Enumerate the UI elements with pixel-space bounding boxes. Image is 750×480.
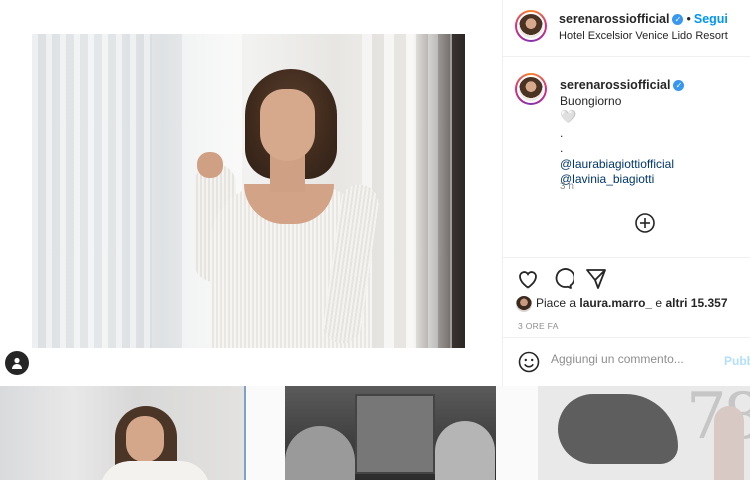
- author-avatar[interactable]: [515, 10, 547, 42]
- tile-selected-edge: [244, 386, 246, 480]
- follow-button[interactable]: Segui: [694, 12, 728, 26]
- photo-curtain-right: [362, 34, 452, 348]
- profile-grid: 78: [0, 386, 750, 480]
- header-line: serenarossiofficial ✓ • Segui: [559, 12, 728, 26]
- likes-summary: Piace a laura.marro_ e altri 15.357: [516, 296, 728, 312]
- verified-badge-icon: ✓: [673, 80, 685, 92]
- post-photo[interactable]: [32, 34, 465, 348]
- post-location[interactable]: Hotel Excelsior Venice Lido Resort: [559, 30, 728, 42]
- caption-dot: .: [560, 125, 564, 140]
- tile-person: [714, 406, 744, 480]
- liker-avatar[interactable]: [516, 296, 532, 312]
- paper-plane-icon[interactable]: [584, 267, 608, 291]
- user-silhouette-icon: [12, 357, 22, 369]
- post-caption: serenarossiofficial ✓ Buongiorno 🤍 . . @l…: [503, 57, 750, 257]
- likes-others[interactable]: altri 15.357: [665, 296, 727, 310]
- photo-curtain-left: [32, 34, 152, 348]
- user-tag-icon[interactable]: [5, 351, 29, 375]
- post-time: 3 ORE FA: [518, 321, 559, 331]
- post-side-panel: serenarossiofficial ✓ • Segui Hotel Excelsi…: [502, 0, 750, 386]
- verified-badge-icon: ✓: [672, 14, 684, 26]
- post-header: serenarossiofficial ✓ • Segui Hotel Excelsi…: [503, 0, 750, 57]
- comment-bubble-icon[interactable]: [550, 267, 576, 291]
- tile-person: [435, 421, 495, 480]
- white-heart-emoji: 🤍: [560, 109, 577, 124]
- grid-tile[interactable]: 78: [538, 386, 750, 480]
- heart-icon[interactable]: [516, 267, 540, 291]
- caption-username[interactable]: serenarossiofficial: [560, 78, 670, 92]
- tile-subject-dress: [100, 461, 210, 480]
- post-actions: Piace a laura.marro_ e altri 15.357 3 OR…: [503, 257, 750, 337]
- liker-username[interactable]: laura.marro_: [579, 296, 652, 310]
- tile-mirror: [355, 394, 435, 474]
- tile-person: [285, 426, 355, 480]
- likes-prefix: Piace a: [536, 296, 577, 311]
- caption-text: serenarossiofficial ✓ Buongiorno 🤍 . . @l…: [560, 78, 748, 188]
- caption-greeting: Buongiorno: [560, 93, 622, 108]
- tile-subject-face: [126, 416, 164, 462]
- caption-timestamp: 3 h: [560, 181, 574, 192]
- comment-input[interactable]: [551, 352, 721, 366]
- photo-subject-face: [260, 89, 315, 161]
- smiley-icon[interactable]: [517, 350, 541, 374]
- mention-link[interactable]: @laurabiagiottiofficial: [560, 157, 748, 173]
- comment-box: Pubblica: [503, 337, 750, 386]
- separator-dot: •: [686, 12, 691, 26]
- publish-button[interactable]: Pubblica: [724, 354, 750, 368]
- author-username[interactable]: serenarossiofficial: [559, 12, 669, 26]
- tile-lion-logo: [558, 394, 678, 464]
- grid-tile[interactable]: [285, 386, 496, 480]
- caption-dot: .: [560, 141, 564, 155]
- likes-middle: e: [655, 296, 663, 311]
- plus-circle-icon[interactable]: [634, 212, 656, 234]
- caption-author-avatar[interactable]: [515, 73, 547, 105]
- mention-link[interactable]: @lavinia_biagiotti: [560, 172, 748, 188]
- post-media-pane: [0, 0, 502, 386]
- photo-subject-hand: [197, 152, 223, 178]
- grid-tile[interactable]: [0, 386, 246, 480]
- post-dialog: serenarossiofficial ✓ • Segui Hotel Excelsi…: [0, 0, 750, 386]
